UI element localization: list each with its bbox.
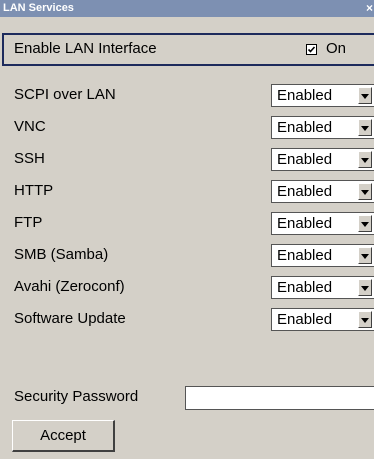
service-label-scpi: SCPI over LAN [14, 86, 116, 103]
select-value: Enabled [277, 87, 333, 104]
window-title: LAN Services [3, 2, 74, 14]
enable-lan-checkbox[interactable] [306, 44, 317, 55]
select-value: Enabled [277, 183, 333, 200]
checkmark-icon [307, 46, 316, 53]
window-title-bar: LAN Services × [0, 0, 374, 17]
service-select-scpi[interactable]: Enabled [271, 84, 374, 107]
service-label-ssh: SSH [14, 150, 45, 167]
select-value: Enabled [277, 151, 333, 168]
security-password-label: Security Password [14, 388, 139, 405]
service-select-smb[interactable]: Enabled [271, 244, 374, 267]
select-value: Enabled [277, 215, 333, 232]
enable-lan-state-label: On [326, 40, 347, 57]
select-value: Enabled [277, 279, 333, 296]
dropdown-arrow-icon[interactable] [358, 247, 372, 264]
service-label-http: HTTP [14, 182, 54, 199]
dropdown-arrow-icon[interactable] [358, 311, 372, 328]
service-label-avahi: Avahi (Zeroconf) [14, 278, 125, 295]
enable-lan-label: Enable LAN Interface [14, 40, 157, 57]
security-password-input[interactable] [185, 386, 374, 410]
select-value: Enabled [277, 247, 333, 264]
service-select-ssh[interactable]: Enabled [271, 148, 374, 171]
select-value: Enabled [277, 119, 333, 136]
service-label-smb: SMB (Samba) [14, 246, 109, 263]
dropdown-arrow-icon[interactable] [358, 215, 372, 232]
service-select-vnc[interactable]: Enabled [271, 116, 374, 139]
service-label-ftp: FTP [14, 214, 43, 231]
service-label-software-update: Software Update [14, 310, 126, 327]
close-icon[interactable]: × [366, 0, 373, 17]
dropdown-arrow-icon[interactable] [358, 119, 372, 136]
enable-lan-row: Enable LAN Interface On [2, 33, 374, 66]
service-label-vnc: VNC [14, 118, 46, 135]
dropdown-arrow-icon[interactable] [358, 87, 372, 104]
dropdown-arrow-icon[interactable] [358, 279, 372, 296]
service-select-software-update[interactable]: Enabled [271, 308, 374, 331]
service-select-ftp[interactable]: Enabled [271, 212, 374, 235]
dropdown-arrow-icon[interactable] [358, 183, 372, 200]
dropdown-arrow-icon[interactable] [358, 151, 372, 168]
accept-button[interactable]: Accept [12, 420, 115, 452]
service-select-http[interactable]: Enabled [271, 180, 374, 203]
select-value: Enabled [277, 311, 333, 328]
service-select-avahi[interactable]: Enabled [271, 276, 374, 299]
